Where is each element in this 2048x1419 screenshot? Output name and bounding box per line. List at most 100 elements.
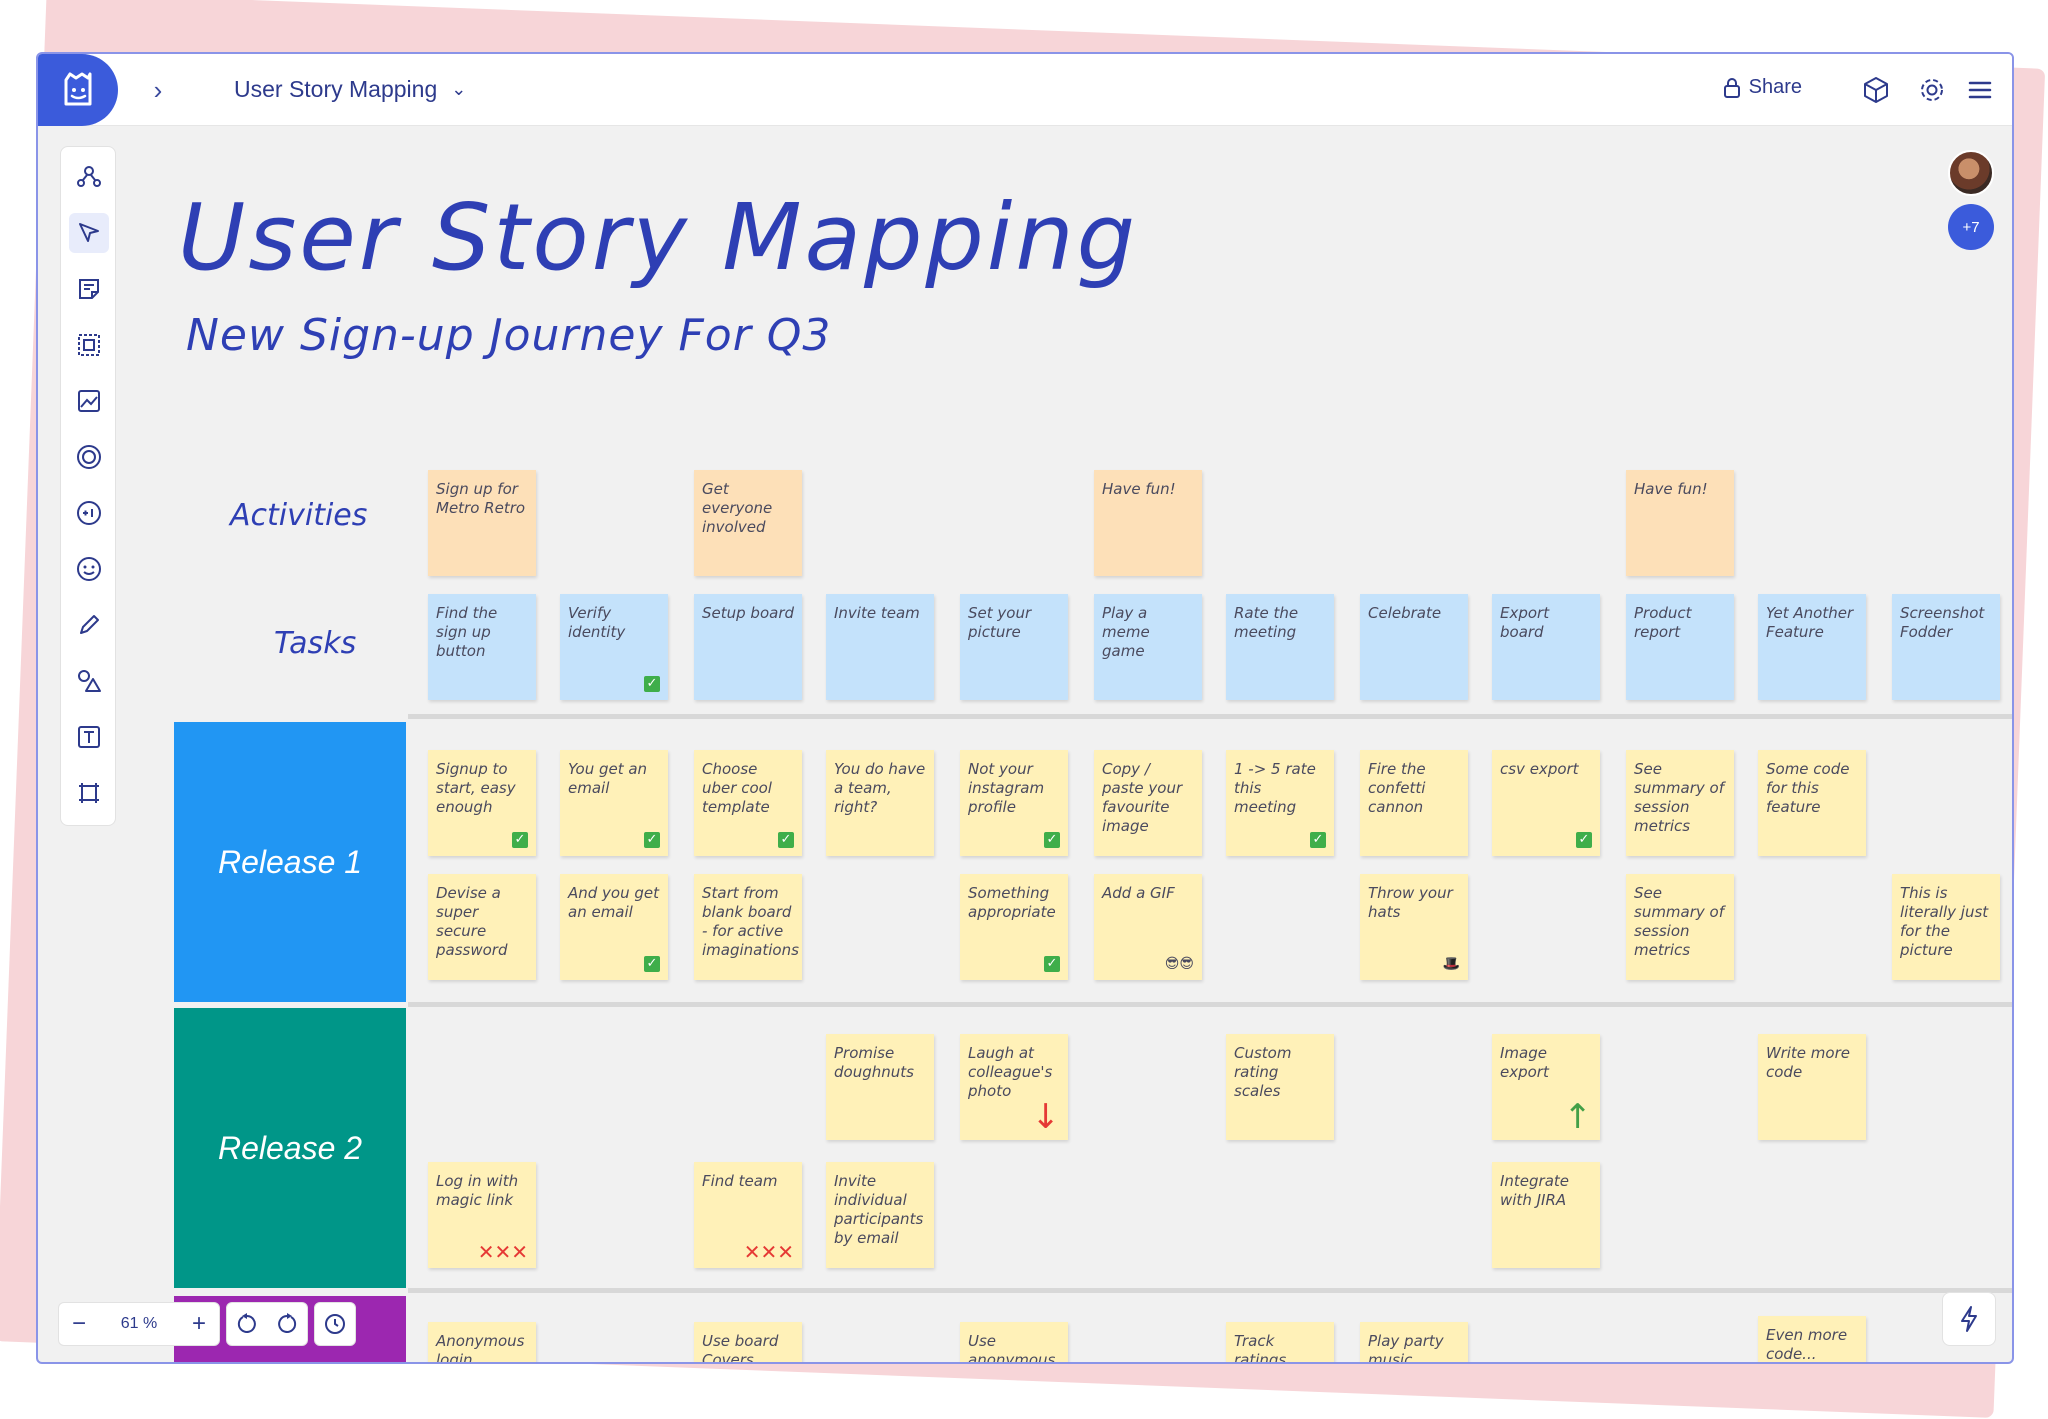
select-icon[interactable] — [69, 213, 109, 253]
zoom-in-button[interactable]: + — [179, 1304, 219, 1344]
sticky-note[interactable]: Find team ✕✕✕ — [694, 1162, 802, 1268]
sticky-note[interactable]: Start from blank board - for active imag… — [694, 874, 802, 980]
sticky-note[interactable]: Product report — [1626, 594, 1734, 700]
emoji-icon[interactable] — [69, 549, 109, 589]
vote-icon[interactable] — [69, 437, 109, 477]
sticky-note[interactable]: See summary of session metrics — [1626, 750, 1734, 856]
release-1-lane[interactable]: Release 1 — [174, 722, 406, 1002]
sticky-note[interactable]: Have fun! — [1626, 470, 1734, 576]
hamburger-menu-icon[interactable] — [1962, 72, 1998, 108]
history-clock-icon[interactable] — [315, 1304, 355, 1344]
sticky-note[interactable]: Verify identity ✓ — [560, 594, 668, 700]
sticky-note[interactable]: csv export ✓ — [1492, 750, 1600, 856]
crop-icon[interactable] — [69, 773, 109, 813]
sticky-note[interactable]: Rate the meeting — [1226, 594, 1334, 700]
sticky-note[interactable]: Setup board — [694, 594, 802, 700]
sticky-note[interactable]: Image export ↑ — [1492, 1034, 1600, 1140]
sticky-note[interactable]: Even more code... — [1758, 1316, 1866, 1362]
arrow-down-icon: ↓ — [1031, 1097, 1061, 1137]
checkmark-icon: ✓ — [644, 956, 660, 972]
sticky-note[interactable]: Invite individual participants by email — [826, 1162, 934, 1268]
sticky-note[interactable]: Have fun! — [1094, 470, 1202, 576]
sticky-note[interactable]: And you get an email ✓ — [560, 874, 668, 980]
sticky-note[interactable]: Choose uber cool template ✓ — [694, 750, 802, 856]
sticky-note[interactable]: See summary of session metrics — [1626, 874, 1734, 980]
frame-icon[interactable] — [69, 325, 109, 365]
more-users-badge[interactable]: +7 — [1948, 204, 1994, 250]
lightning-icon[interactable] — [1942, 1292, 1996, 1346]
sticky-note[interactable]: Use board Covers — [694, 1322, 802, 1362]
sticky-note[interactable]: You do have a team, right? — [826, 750, 934, 856]
app-logo[interactable] — [38, 54, 118, 126]
sticky-note[interactable]: Some code for this feature — [1758, 750, 1866, 856]
sticky-note[interactable]: Track ratings — [1226, 1322, 1334, 1362]
cube-icon[interactable] — [1858, 72, 1894, 108]
sticky-note[interactable]: 1 -> 5 rate this meeting ✓ — [1226, 750, 1334, 856]
checkmark-icon: ✓ — [1310, 832, 1326, 848]
board-title-dropdown[interactable]: User Story Mapping ⌄ — [234, 76, 466, 103]
sticky-note[interactable]: Devise a super secure password — [428, 874, 536, 980]
text-icon[interactable] — [69, 717, 109, 757]
sticky-note[interactable]: Anonymous login — [428, 1322, 536, 1362]
tasks-label: Tasks — [274, 626, 357, 661]
sticky-note[interactable]: Get everyone involved — [694, 470, 802, 576]
gear-icon[interactable] — [1914, 72, 1950, 108]
checkmark-icon: ✓ — [644, 676, 660, 692]
expand-chevron-button[interactable]: › — [136, 68, 180, 112]
note-text: Log in with magic link — [436, 1172, 519, 1209]
shapes-icon[interactable] — [69, 661, 109, 701]
divider-line — [408, 1288, 2012, 1293]
sticky-note[interactable]: Screenshot Fodder — [1892, 594, 2000, 700]
checkmark-icon: ✓ — [644, 832, 660, 848]
sticky-note[interactable]: Custom rating scales — [1226, 1034, 1334, 1140]
sticky-note[interactable]: Signup to start, easy enough ✓ — [428, 750, 536, 856]
checkmark-icon: ✓ — [778, 832, 794, 848]
release-2-lane[interactable]: Release 2 — [174, 1008, 406, 1288]
sticky-note[interactable]: Set your picture — [960, 594, 1068, 700]
sticky-note[interactable]: Export board — [1492, 594, 1600, 700]
board-heading: User Story Mapping — [178, 184, 1139, 291]
sticky-note[interactable]: Add a GIF 😎😎 — [1094, 874, 1202, 980]
user-avatar[interactable] — [1948, 150, 1994, 196]
sticky-note[interactable]: Use anonymous — [960, 1322, 1068, 1362]
sticky-note[interactable]: Log in with magic link ✕✕✕ — [428, 1162, 536, 1268]
sticky-note[interactable]: Play a meme game — [1094, 594, 1202, 700]
sticky-note[interactable]: Something appropriate ✓ — [960, 874, 1068, 980]
zoom-level[interactable]: 61 % — [99, 1315, 179, 1333]
sticky-note[interactable]: Invite team — [826, 594, 934, 700]
share-button[interactable]: Share — [1723, 76, 1802, 99]
note-text: Signup to start, easy enough — [436, 760, 516, 816]
plus-one-icon[interactable] — [69, 493, 109, 533]
lock-icon — [1723, 77, 1740, 98]
redo-icon[interactable] — [267, 1304, 307, 1344]
sticky-note[interactable]: Promise doughnuts — [826, 1034, 934, 1140]
divider-line — [408, 714, 2012, 719]
sticky-note[interactable]: Write more code — [1758, 1034, 1866, 1140]
zoom-out-button[interactable]: − — [59, 1304, 99, 1344]
sticky-note[interactable]: Throw your hats 🎩 — [1360, 874, 1468, 980]
image-icon[interactable] — [69, 381, 109, 421]
sticky-note[interactable]: Find the sign up button — [428, 594, 536, 700]
sunglasses-emoji-icon: 😎😎 — [1164, 956, 1194, 972]
sticky-note[interactable]: Yet Another Feature — [1758, 594, 1866, 700]
sticky-note[interactable]: Celebrate — [1360, 594, 1468, 700]
sticky-note[interactable]: You get an email ✓ — [560, 750, 668, 856]
sticky-note[interactable]: Sign up for Metro Retro — [428, 470, 536, 576]
sticky-note[interactable]: Play party music — [1360, 1322, 1468, 1362]
pen-icon[interactable] — [69, 605, 109, 645]
note-text: Add a GIF — [1102, 884, 1175, 902]
cross-marks-icon: ✕✕✕ — [743, 1240, 794, 1264]
sticky-note[interactable]: Copy / paste your favourite image — [1094, 750, 1202, 856]
note-text: 1 -> 5 rate this meeting — [1234, 760, 1316, 816]
sticky-note[interactable]: Laugh at colleague's photo ↓ — [960, 1034, 1068, 1140]
sticky-note[interactable]: Integrate with JIRA — [1492, 1162, 1600, 1268]
note-text: And you get an email — [568, 884, 660, 921]
sticky-note[interactable]: This is literally just for the picture — [1892, 874, 2000, 980]
sticky-note-icon[interactable] — [69, 269, 109, 309]
undo-icon[interactable] — [227, 1304, 267, 1344]
share-label: Share — [1748, 76, 1802, 98]
team-icon[interactable] — [69, 157, 109, 197]
sticky-note[interactable]: Not your instagram profile ✓ — [960, 750, 1068, 856]
sticky-note[interactable]: Fire the confetti cannon — [1360, 750, 1468, 856]
activities-label: Activities — [230, 498, 368, 533]
